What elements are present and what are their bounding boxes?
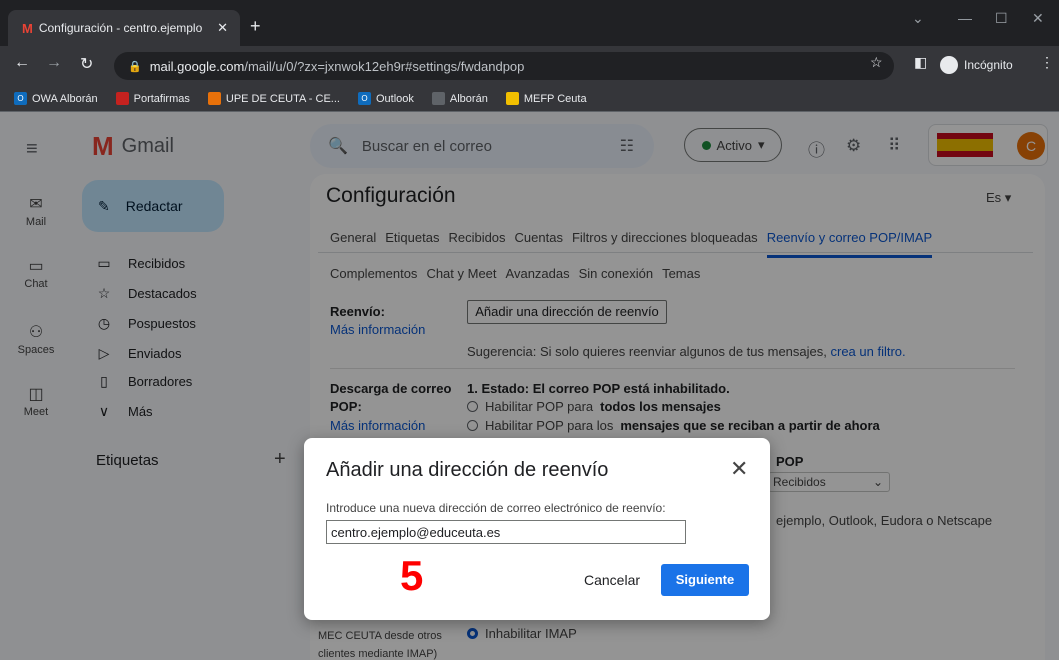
back-icon[interactable]: ←	[14, 54, 30, 72]
window-close-icon[interactable]: ✕	[1032, 10, 1044, 27]
incognito-icon	[940, 56, 958, 74]
bookmark-portafirmas[interactable]: Portafirmas	[115, 92, 190, 105]
browser-tab-bar: M Configuración - centro.ejemplo ✕ + ⌄ —…	[0, 0, 1059, 46]
bookmark-owa[interactable]: O OWA Alborán	[14, 92, 98, 105]
lock-icon: 🔒	[128, 60, 142, 73]
bookmark-outlook[interactable]: O Outlook	[357, 92, 414, 105]
incognito-label: Incógnito	[964, 58, 1013, 72]
gmail-favicon-icon: M	[22, 20, 33, 36]
outlook-icon: O	[357, 92, 371, 105]
minimize-icon[interactable]: —	[958, 10, 972, 26]
tab-search-icon[interactable]: ⌄	[912, 10, 924, 27]
address-bar[interactable]: 🔒 mail.google.com /mail/u/0/?zx=jxnwok12…	[114, 52, 894, 80]
forward-icon[interactable]: →	[46, 54, 62, 72]
portafirmas-icon	[115, 92, 129, 105]
upe-icon	[207, 92, 221, 105]
browser-tab[interactable]: M Configuración - centro.ejemplo ✕	[8, 10, 240, 46]
maximize-icon[interactable]: ☐	[995, 10, 1008, 27]
close-tab-icon[interactable]: ✕	[217, 20, 228, 36]
dialog-prompt: Introduce una nueva dirección de correo …	[326, 501, 666, 515]
owa-icon: O	[14, 92, 27, 105]
bookmark-alboran[interactable]: Alborán	[431, 92, 488, 105]
dialog-title: Añadir una dirección de reenvío	[326, 459, 609, 481]
globe-icon	[431, 92, 445, 105]
bookmarks-bar: O OWA Alborán Portafirmas UPE DE CEUTA - …	[0, 86, 1059, 112]
next-button[interactable]: Siguiente	[661, 564, 749, 596]
bookmark-mefp[interactable]: MEFP Ceuta	[505, 92, 587, 105]
side-panel-icon[interactable]: ◧	[914, 54, 927, 71]
close-icon[interactable]: ✕	[730, 456, 748, 482]
incognito-indicator[interactable]: Incógnito	[940, 56, 1013, 74]
browser-menu-icon[interactable]: ⋮	[1040, 54, 1054, 71]
step-annotation: 5	[400, 552, 424, 599]
forward-email-input[interactable]	[326, 520, 686, 544]
bookmark-upe[interactable]: UPE DE CEUTA - CE...	[207, 92, 340, 105]
browser-toolbar: ← → ↻ 🔒 mail.google.com /mail/u/0/?zx=jx…	[0, 46, 1059, 86]
reload-icon[interactable]: ↻	[80, 54, 93, 74]
url-path: /mail/u/0/?zx=jxnwok12eh9r#settings/fwda…	[244, 58, 525, 74]
cancel-button[interactable]: Cancelar	[584, 572, 640, 588]
add-forward-dialog: Añadir una dirección de reenvío ✕ Introd…	[304, 438, 770, 620]
new-tab-icon[interactable]: +	[250, 16, 261, 37]
tab-title: Configuración - centro.ejemplo	[38, 21, 203, 35]
bookmark-star-icon[interactable]: ☆	[870, 54, 883, 71]
mefp-icon	[505, 92, 519, 105]
url-domain: mail.google.com	[149, 58, 245, 74]
